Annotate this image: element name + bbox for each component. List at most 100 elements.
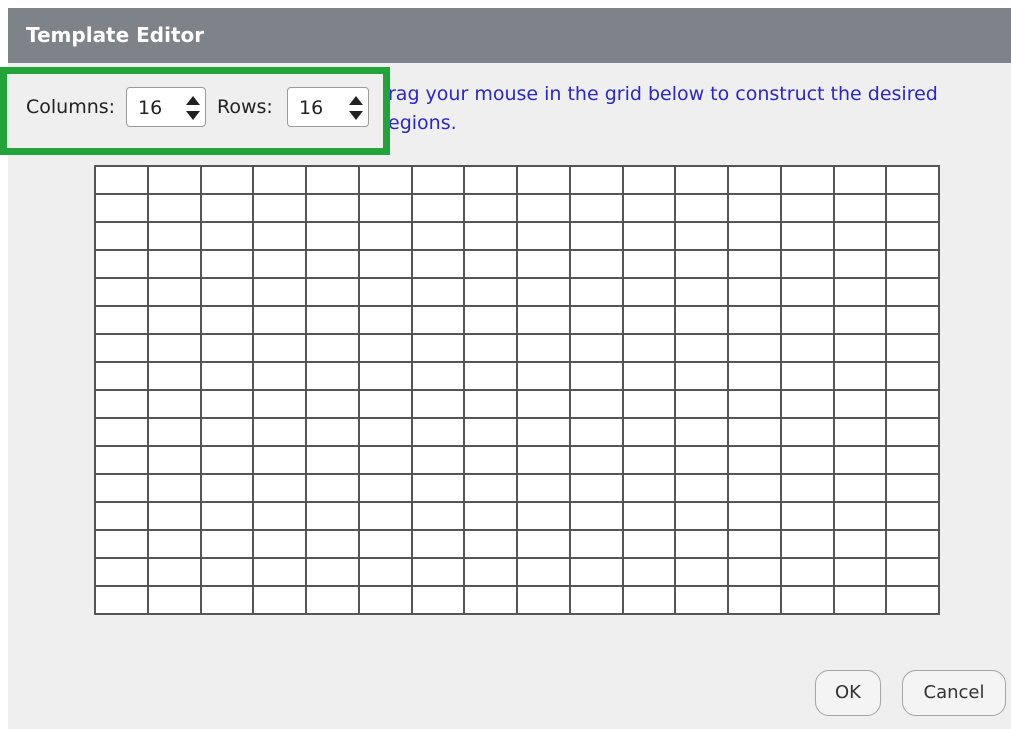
grid-cell[interactable] (834, 251, 886, 277)
grid-cell[interactable] (96, 531, 147, 557)
rows-increment-icon[interactable] (349, 96, 363, 105)
grid-cell[interactable] (729, 587, 780, 613)
grid-cell[interactable] (518, 531, 569, 557)
grid-cell[interactable] (307, 503, 358, 529)
grid-cell[interactable] (96, 475, 147, 501)
grid-cell[interactable] (676, 447, 727, 473)
grid-cell[interactable] (781, 307, 833, 333)
grid-cell[interactable] (307, 167, 358, 193)
grid-cell[interactable] (359, 419, 411, 445)
grid-cell[interactable] (623, 195, 675, 221)
grid-cell[interactable] (781, 223, 833, 249)
grid-cell[interactable] (834, 279, 886, 305)
grid-cell[interactable] (781, 279, 833, 305)
grid-cell[interactable] (570, 251, 622, 277)
grid-cell[interactable] (254, 167, 305, 193)
grid-cell[interactable] (96, 167, 147, 193)
grid-cell[interactable] (201, 195, 253, 221)
grid-cell[interactable] (465, 195, 516, 221)
columns-value[interactable]: 16 (138, 96, 162, 120)
grid-cell[interactable] (307, 447, 358, 473)
grid-cell[interactable] (781, 391, 833, 417)
grid-cell[interactable] (781, 447, 833, 473)
grid-cell[interactable] (201, 335, 253, 361)
grid-cell[interactable] (254, 251, 305, 277)
grid-cell[interactable] (729, 363, 780, 389)
grid-cell[interactable] (201, 447, 253, 473)
grid-cell[interactable] (834, 475, 886, 501)
grid-cell[interactable] (254, 587, 305, 613)
grid-cell[interactable] (887, 531, 938, 557)
grid-cell[interactable] (96, 363, 147, 389)
grid-cell[interactable] (729, 531, 780, 557)
grid-cell[interactable] (676, 475, 727, 501)
grid-cell[interactable] (887, 363, 938, 389)
grid-cell[interactable] (412, 391, 464, 417)
grid-cell[interactable] (96, 223, 147, 249)
grid-cell[interactable] (887, 195, 938, 221)
grid-cell[interactable] (676, 587, 727, 613)
grid-cell[interactable] (307, 419, 358, 445)
grid-cell[interactable] (729, 559, 780, 585)
grid-cell[interactable] (570, 475, 622, 501)
grid-cell[interactable] (676, 223, 727, 249)
grid-cell[interactable] (148, 251, 200, 277)
grid-cell[interactable] (781, 167, 833, 193)
grid-cell[interactable] (412, 531, 464, 557)
grid-cell[interactable] (201, 307, 253, 333)
grid-cell[interactable] (570, 363, 622, 389)
grid-cell[interactable] (518, 475, 569, 501)
grid-cell[interactable] (359, 335, 411, 361)
grid-cell[interactable] (465, 391, 516, 417)
grid-cell[interactable] (729, 251, 780, 277)
grid-cell[interactable] (412, 195, 464, 221)
grid-cell[interactable] (676, 195, 727, 221)
grid-cell[interactable] (570, 391, 622, 417)
grid-cell[interactable] (729, 279, 780, 305)
grid-cell[interactable] (781, 335, 833, 361)
grid-cell[interactable] (676, 335, 727, 361)
grid-cell[interactable] (201, 419, 253, 445)
grid-cell[interactable] (307, 251, 358, 277)
grid-cell[interactable] (307, 587, 358, 613)
grid-cell[interactable] (887, 587, 938, 613)
grid-cell[interactable] (307, 195, 358, 221)
grid-cell[interactable] (834, 419, 886, 445)
grid-cell[interactable] (254, 279, 305, 305)
grid-cell[interactable] (887, 251, 938, 277)
grid-cell[interactable] (676, 251, 727, 277)
grid-cell[interactable] (412, 559, 464, 585)
grid-cell[interactable] (254, 391, 305, 417)
grid-cell[interactable] (781, 419, 833, 445)
grid-cell[interactable] (412, 363, 464, 389)
grid-cell[interactable] (781, 587, 833, 613)
grid-cell[interactable] (96, 559, 147, 585)
grid-cell[interactable] (465, 475, 516, 501)
grid-cell[interactable] (729, 223, 780, 249)
grid-cell[interactable] (96, 335, 147, 361)
grid-cell[interactable] (201, 363, 253, 389)
grid-cell[interactable] (887, 307, 938, 333)
grid-cell[interactable] (623, 335, 675, 361)
grid-cell[interactable] (834, 447, 886, 473)
grid-cell[interactable] (729, 447, 780, 473)
grid-cell[interactable] (518, 335, 569, 361)
grid-cell[interactable] (201, 167, 253, 193)
grid-cell[interactable] (623, 475, 675, 501)
grid-cell[interactable] (148, 223, 200, 249)
grid-cell[interactable] (307, 279, 358, 305)
grid-cell[interactable] (570, 419, 622, 445)
grid-cell[interactable] (518, 223, 569, 249)
grid-cell[interactable] (359, 587, 411, 613)
grid-cell[interactable] (96, 447, 147, 473)
grid-cell[interactable] (676, 279, 727, 305)
grid-cell[interactable] (465, 335, 516, 361)
grid-cell[interactable] (359, 195, 411, 221)
ok-button[interactable]: OK (815, 670, 881, 716)
grid-cell[interactable] (570, 167, 622, 193)
grid-cell[interactable] (729, 167, 780, 193)
grid-cell[interactable] (148, 559, 200, 585)
grid-cell[interactable] (570, 223, 622, 249)
grid-cell[interactable] (307, 531, 358, 557)
grid-cell[interactable] (570, 195, 622, 221)
